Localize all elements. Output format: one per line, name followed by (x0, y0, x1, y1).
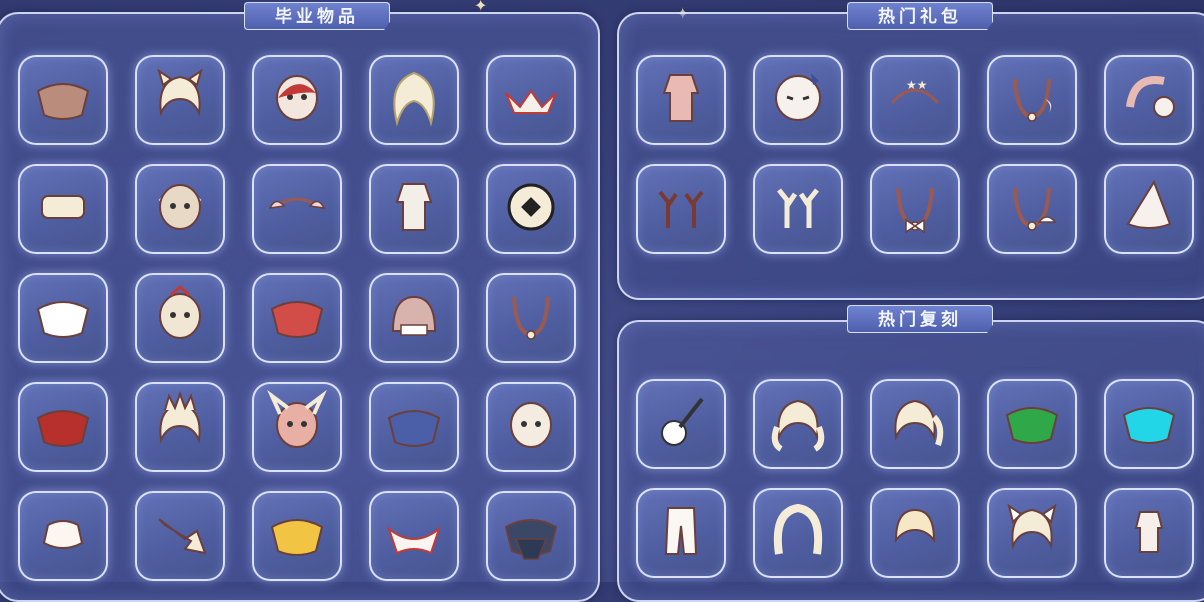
hot-gift-title: 热门礼包 (847, 2, 993, 30)
white-cape-icon (28, 281, 98, 355)
graduation-item-slot[interactable] (135, 164, 225, 254)
hot-gift-item-slot[interactable] (636, 55, 726, 145)
wing-headband-icon (262, 172, 332, 246)
hot-rerun-item-slot[interactable] (987, 379, 1077, 469)
branch-horns-icon (763, 172, 833, 246)
dark-layered-cape-icon (496, 499, 566, 573)
blue-cape-icon (379, 390, 449, 464)
hot-gift-item-slot[interactable] (1104, 55, 1194, 145)
star-crown-headband-icon: ★★ (880, 63, 950, 137)
graduation-item-slot[interactable] (135, 382, 225, 472)
hot-gift-item-slot[interactable] (987, 55, 1077, 145)
graduation-item-slot[interactable] (369, 273, 459, 363)
hood-icon (379, 281, 449, 355)
curly-hair-icon (763, 496, 833, 570)
red-cloak-icon (28, 390, 98, 464)
hot-gift-item-slot[interactable] (753, 55, 843, 145)
cat-ears-hair-icon (145, 63, 215, 137)
hot-rerun-item-slot[interactable] (870, 379, 960, 469)
graduation-item-slot[interactable] (252, 491, 342, 581)
hot-rerun-item-slot[interactable] (870, 488, 960, 578)
hot-rerun-item-slot[interactable] (1104, 379, 1194, 469)
graduation-item-slot[interactable] (369, 164, 459, 254)
red-cape-icon (262, 281, 332, 355)
graduation-item-slot[interactable] (486, 55, 576, 145)
long-hair-icon (379, 63, 449, 137)
drum-instrument-icon (28, 172, 98, 246)
horned-mask-icon (262, 389, 332, 464)
hot-rerun-item-slot[interactable] (1104, 488, 1194, 578)
graduation-item-slot[interactable] (486, 491, 576, 581)
earmuff-icon (1114, 63, 1184, 137)
hat-icon (28, 499, 98, 573)
skull-mask-icon (496, 390, 566, 464)
hot-gift-item-slot[interactable] (1104, 164, 1194, 254)
graduation-item-slot[interactable] (369, 382, 459, 472)
outfit-icon (379, 172, 449, 246)
crescent-mask-icon (145, 172, 215, 246)
hot-rerun-item-slot[interactable] (987, 488, 1077, 578)
round-seal-icon (496, 172, 566, 246)
yellow-cape-icon (262, 499, 332, 573)
round-mask-icon (763, 63, 833, 137)
owl-mask-icon (145, 281, 215, 355)
mask-icon (262, 63, 332, 137)
wizard-hat-icon (1114, 172, 1184, 246)
graduation-item-slot[interactable] (135, 273, 225, 363)
hot-gift-item-slot[interactable] (987, 164, 1077, 254)
pink-outfit-icon (646, 63, 716, 137)
bat-cape-icon (28, 63, 98, 137)
graduation-items-title: 毕业物品 (244, 2, 390, 30)
graduation-item-slot[interactable] (135, 55, 225, 145)
graduation-item-slot[interactable] (486, 382, 576, 472)
graduation-item-slot[interactable] (252, 55, 342, 145)
guitar-icon (646, 387, 716, 461)
hot-rerun-item-slot[interactable] (636, 379, 726, 469)
ponytail-hair-icon (880, 387, 950, 461)
graduation-item-slot[interactable] (369, 491, 459, 581)
graduation-item-slot[interactable] (252, 164, 342, 254)
bow-necklace-icon (880, 172, 950, 246)
spiky-hair-icon (145, 390, 215, 464)
graduation-item-slot[interactable] (252, 382, 342, 472)
moon-necklace-icon (997, 63, 1067, 137)
jester-collar-icon (496, 63, 566, 137)
svg-text:★★: ★★ (906, 78, 928, 92)
hot-rerun-title: 热门复刻 (847, 305, 993, 333)
antlers-icon (646, 172, 716, 246)
pants-icon (646, 496, 716, 570)
twin-tail-hair-icon (763, 387, 833, 461)
hot-gift-item-slot[interactable] (753, 164, 843, 254)
graduation-item-slot[interactable] (18, 491, 108, 581)
graduation-item-slot[interactable] (18, 382, 108, 472)
small-outfit-icon (1114, 496, 1184, 570)
cyan-cape-icon (1114, 387, 1184, 461)
graduation-item-slot[interactable] (369, 55, 459, 145)
necklace-icon (496, 281, 566, 355)
hot-gift-item-slot[interactable]: ★★ (870, 55, 960, 145)
jellyfish-necklace-icon (997, 172, 1067, 246)
hot-gift-item-slot[interactable] (636, 164, 726, 254)
graduation-item-slot[interactable] (486, 273, 576, 363)
hot-rerun-item-slot[interactable] (753, 379, 843, 469)
horn-instrument-icon (145, 499, 215, 573)
graduation-item-slot[interactable] (18, 273, 108, 363)
green-cape-icon (997, 387, 1067, 461)
hot-rerun-item-slot[interactable] (753, 488, 843, 578)
bob-hair-icon (880, 496, 950, 570)
graduation-item-slot[interactable] (486, 164, 576, 254)
graduation-item-slot[interactable] (18, 55, 108, 145)
graduation-item-slot[interactable] (18, 164, 108, 254)
wing-collar-icon (379, 499, 449, 573)
hot-gift-item-slot[interactable] (870, 164, 960, 254)
graduation-item-slot[interactable] (135, 491, 225, 581)
hot-rerun-item-slot[interactable] (636, 488, 726, 578)
cat-ear-hair-icon (997, 496, 1067, 570)
graduation-item-slot[interactable] (252, 273, 342, 363)
